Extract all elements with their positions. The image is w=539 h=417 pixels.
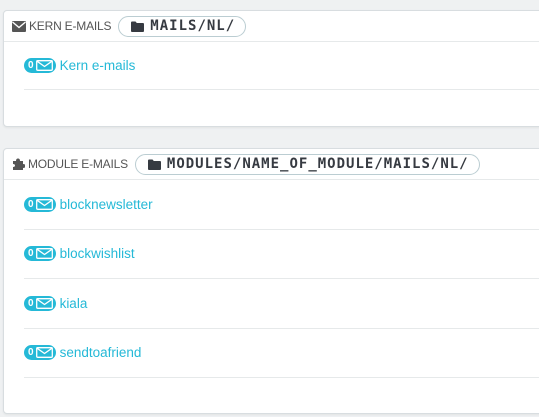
panel-title: KERN E-MAILS bbox=[29, 19, 112, 33]
core-emails-panel: KERN E-MAILS MAILS/NL/ 0 Kern e-mails bbox=[3, 10, 539, 127]
count-badge: 0 bbox=[24, 345, 56, 361]
count-badge: 0 bbox=[24, 196, 56, 212]
count-badge: 0 bbox=[24, 58, 56, 73]
path-badge: MAILS/NL/ bbox=[118, 15, 247, 37]
panel-title: MODULE E-MAILS bbox=[28, 157, 128, 171]
path-text: MAILS/NL/ bbox=[150, 18, 236, 34]
count-value: 0 bbox=[28, 297, 34, 309]
list-item: 0 blocknewsletter bbox=[24, 180, 539, 230]
count-value: 0 bbox=[28, 248, 34, 260]
module-emails-panel: MODULE E-MAILS MODULES/NAME_OF_MODULE/MA… bbox=[3, 148, 539, 414]
count-value: 0 bbox=[28, 198, 34, 210]
folder-icon bbox=[131, 21, 145, 32]
path-text: MODULES/NAME_OF_MODULE/MAILS/NL/ bbox=[166, 156, 469, 172]
list-item: 0 Kern e-mails bbox=[24, 42, 539, 90]
panel-heading: KERN E-MAILS MAILS/NL/ bbox=[4, 11, 539, 42]
count-value: 0 bbox=[28, 60, 34, 71]
mail-link-blockwishlist[interactable]: blockwishlist bbox=[60, 246, 135, 261]
mail-link-kern[interactable]: Kern e-mails bbox=[60, 58, 136, 73]
envelope-icon bbox=[12, 20, 26, 32]
mail-link-blocknewsletter[interactable]: blocknewsletter bbox=[60, 197, 153, 212]
mail-link-kiala[interactable]: kiala bbox=[60, 296, 88, 311]
count-value: 0 bbox=[28, 347, 34, 359]
count-badge: 0 bbox=[24, 295, 56, 311]
envelope-outline-icon bbox=[35, 60, 53, 71]
envelope-outline-icon bbox=[35, 248, 53, 260]
panel-heading: MODULE E-MAILS MODULES/NAME_OF_MODULE/MA… bbox=[4, 149, 539, 180]
envelope-outline-icon bbox=[35, 347, 53, 359]
puzzle-icon bbox=[12, 158, 25, 170]
count-badge: 0 bbox=[24, 246, 56, 262]
list-item: 0 kiala bbox=[24, 279, 539, 329]
mail-link-sendtoafriend[interactable]: sendtoafriend bbox=[60, 345, 142, 360]
list-item: 0 sendtoafriend bbox=[24, 329, 539, 378]
list-item: 0 blockwishlist bbox=[24, 230, 539, 279]
envelope-outline-icon bbox=[35, 198, 53, 210]
path-badge: MODULES/NAME_OF_MODULE/MAILS/NL/ bbox=[134, 153, 480, 175]
envelope-outline-icon bbox=[35, 297, 53, 309]
folder-icon bbox=[147, 159, 161, 170]
